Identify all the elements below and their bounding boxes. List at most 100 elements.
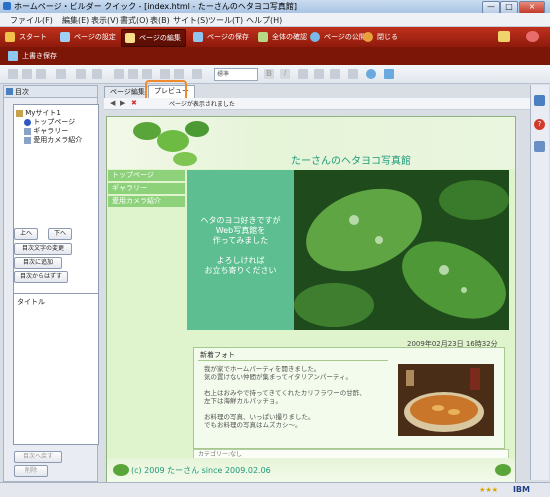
ivy-leaves-image	[133, 121, 209, 166]
menu-tools[interactable]: ツール(T)	[208, 15, 243, 26]
web-icon[interactable]	[366, 69, 376, 79]
toc-panel: 目次 Myサイト1 トップページ ギャラリー 愛用カメラ紹介 上へ 下へ 目次文…	[3, 85, 99, 482]
start-button[interactable]: スタート	[2, 29, 51, 45]
save-icon[interactable]	[8, 51, 18, 61]
link-icon[interactable]	[192, 69, 202, 79]
hero-line-6: お立ち寄りください	[204, 266, 277, 275]
site-icon	[16, 109, 23, 117]
news-text: 我が家でホームパーティを開きました。 気の置けない仲間が集まってイタリアンパーテ…	[204, 365, 384, 429]
app-icon	[3, 2, 11, 10]
cut-icon[interactable]	[8, 69, 18, 79]
check-all-label: 全体の確認	[272, 33, 307, 41]
bold-icon[interactable]: B	[264, 69, 274, 79]
overwrite-save-button[interactable]: 上書き保存	[22, 51, 57, 61]
remove-from-toc-button[interactable]: 目次からはずす	[14, 271, 68, 283]
rating-stars: ★★★	[479, 486, 498, 494]
page-icon	[24, 127, 31, 135]
toc-header-label: 目次	[15, 88, 29, 96]
hero-line-3: 作ってみました	[212, 236, 269, 245]
status-bar: ★★★ IBM	[0, 482, 550, 497]
globe-icon	[310, 32, 320, 42]
pizza-photo-graphic	[398, 364, 494, 436]
help-icon[interactable]: ?	[534, 119, 545, 130]
menu-edit[interactable]: 編集(E)	[62, 15, 89, 26]
site-header: たーさんのヘタヨコ写真館	[107, 117, 515, 169]
nav-item-top[interactable]: トップページ	[108, 170, 185, 181]
insert-image-icon[interactable]	[330, 69, 340, 79]
page-settings-button[interactable]: ページの設定	[57, 29, 120, 45]
align-right-icon[interactable]	[142, 69, 152, 79]
menu-bar: ファイル(F) 編集(E) 表示(V) 書式(O) 表(B) サイト(S) ツー…	[0, 13, 550, 27]
leaves-photo	[294, 170, 509, 330]
menu-help[interactable]: ヘルプ(H)	[246, 15, 282, 26]
preview-status-message: ページが表示されました	[169, 101, 235, 108]
nav-item-gallery[interactable]: ギャラリー	[108, 183, 185, 194]
move-up-button[interactable]: 上へ	[14, 228, 38, 240]
insert-table-icon[interactable]	[348, 69, 358, 79]
close-icon	[363, 32, 373, 42]
font-color-icon[interactable]	[314, 69, 324, 79]
forward-arrow-icon[interactable]: ▶	[120, 99, 125, 107]
paste-icon[interactable]	[36, 69, 46, 79]
side-panel-icon[interactable]	[534, 95, 545, 106]
tab-page-edit[interactable]: ページ編集	[104, 86, 151, 98]
page-save-button[interactable]: ページの保存	[190, 29, 253, 45]
list-icon[interactable]	[160, 69, 170, 79]
title-list[interactable]: タイトル	[13, 293, 99, 445]
stop-icon[interactable]: ✖	[131, 99, 137, 107]
indent-icon[interactable]	[174, 69, 184, 79]
main-toolbar: スタート ページの設定 ページの編集 ページの保存 全体の確認 ページの公開 閉…	[0, 27, 550, 47]
tool-icon[interactable]	[498, 31, 510, 42]
hero-line-5: よろしければ	[216, 256, 265, 265]
ibm-logo: IBM	[512, 485, 530, 494]
back-to-toc-button[interactable]: 目次へ戻す	[14, 451, 62, 463]
move-down-button[interactable]: 下へ	[48, 228, 72, 240]
redo-icon[interactable]	[92, 69, 102, 79]
copy-icon[interactable]	[22, 69, 32, 79]
style-select[interactable]: 標準	[214, 68, 258, 81]
align-center-icon[interactable]	[128, 69, 138, 79]
page-edit-button[interactable]: ページの編集	[121, 29, 186, 47]
title-bar: ホームページ・ビルダー クイック - [index.html - たーさんのヘタ…	[0, 0, 550, 14]
font-size-icon[interactable]	[298, 69, 308, 79]
page-settings-icon	[60, 32, 70, 42]
news-line-8: でもお料理の写真はムズカシ～。	[204, 421, 302, 429]
check-all-button[interactable]: 全体の確認	[255, 29, 311, 45]
news-line-7: お料理の写真、いっぱい撮りました。	[204, 413, 315, 421]
save-icon	[193, 32, 203, 42]
menu-format[interactable]: 書式(O)	[120, 15, 149, 26]
delete-button[interactable]: 削除	[14, 465, 48, 477]
window-title: ホームページ・ビルダー クイック - [index.html - たーさんのヘタ…	[14, 2, 297, 11]
menu-table[interactable]: 表(B)	[150, 15, 170, 26]
tree-node-top-label: トップページ	[33, 118, 76, 126]
start-label: スタート	[19, 33, 47, 41]
add-to-toc-button[interactable]: 目次に追加	[14, 257, 62, 269]
fx-icon[interactable]	[384, 69, 394, 79]
news-line-4: 右上はおみやで持ってきてくれたカリフラワーの甘酢、	[204, 389, 366, 397]
toc-panel-header: 目次	[4, 86, 97, 98]
menu-site[interactable]: サイト(S)	[173, 15, 208, 26]
hero-line-1: ヘタのヨコ好きですが	[200, 216, 281, 225]
properties-icon[interactable]	[534, 141, 545, 152]
start-icon	[5, 32, 15, 42]
site-nav: トップページ ギャラリー 愛用カメラ紹介	[108, 170, 185, 209]
align-left-icon[interactable]	[114, 69, 124, 79]
news-line-1: 我が家でホームパーティを開きました。	[204, 365, 321, 373]
news-line-5: 左下は海鮮カルパッチョ。	[204, 397, 282, 405]
change-toc-text-button[interactable]: 目次文字の変更	[14, 243, 72, 255]
undo-icon[interactable]	[76, 69, 86, 79]
menu-view[interactable]: 表示(V)	[91, 15, 119, 26]
nav-item-camera[interactable]: 愛用カメラ紹介	[108, 196, 185, 207]
menu-file[interactable]: ファイル(F)	[10, 15, 53, 26]
back-arrow-icon[interactable]: ◀	[110, 99, 115, 107]
brush-icon[interactable]	[56, 69, 66, 79]
news-line-2: 気の置けない仲間が集まってイタリアンパーティ。	[204, 373, 353, 381]
right-side-panel: ?	[530, 85, 549, 480]
gift-icon[interactable]	[526, 31, 539, 42]
italic-icon[interactable]: I	[280, 69, 290, 79]
page-edit-icon	[125, 33, 135, 43]
preview-toolbar: ◀ ▶ ✖ ページが表示されました	[104, 98, 530, 110]
footer-copyright: (c) 2009 たーさん since 2009.02.06	[131, 466, 271, 475]
close-button[interactable]: 閉じる	[360, 29, 402, 45]
tree-node-camera[interactable]: 愛用カメラ紹介	[24, 135, 82, 145]
